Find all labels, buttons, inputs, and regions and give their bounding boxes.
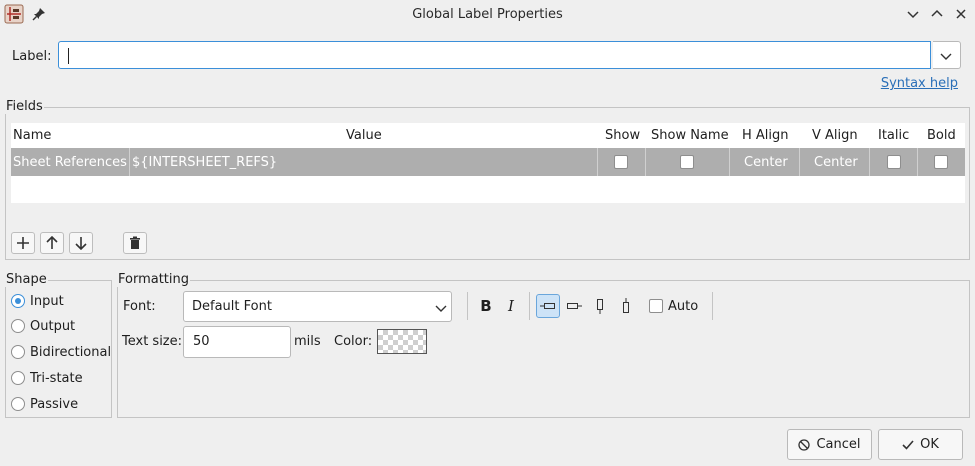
radio-input[interactable] bbox=[11, 294, 25, 308]
label-dropdown-button[interactable] bbox=[933, 41, 961, 69]
window-title: Global Label Properties bbox=[412, 7, 563, 22]
field-value-cell[interactable]: ${INTERSHEET_REFS} bbox=[132, 155, 277, 170]
auto-checkbox[interactable] bbox=[649, 299, 663, 313]
chevron-down-icon bbox=[940, 53, 952, 60]
shape-group-title: Shape bbox=[5, 272, 48, 287]
toolbar-separator bbox=[467, 292, 468, 320]
italic-icon: I bbox=[508, 297, 514, 315]
cell-divider bbox=[645, 148, 646, 176]
radio-bidirectional[interactable] bbox=[11, 345, 25, 359]
shape-option-tri-state[interactable]: Tri-state bbox=[30, 371, 83, 386]
radio-passive[interactable] bbox=[11, 397, 25, 411]
ok-button-label: OK bbox=[920, 437, 939, 452]
italic-checkbox[interactable] bbox=[887, 155, 901, 169]
text-size-unit: mils bbox=[294, 334, 321, 349]
minimize-button[interactable] bbox=[906, 7, 920, 21]
font-select-value: Default Font bbox=[192, 299, 272, 314]
cancel-button-label: Cancel bbox=[816, 437, 861, 452]
h-align-cell[interactable]: Center bbox=[744, 155, 788, 170]
field-name-cell[interactable]: Sheet References bbox=[13, 155, 127, 170]
color-label: Color: bbox=[334, 334, 373, 349]
cell-divider bbox=[597, 148, 598, 176]
text-size-input[interactable]: 50 bbox=[183, 326, 291, 358]
shape-option-bidirectional[interactable]: Bidirectional bbox=[30, 345, 111, 360]
column-header-v-align[interactable]: V Align bbox=[812, 128, 858, 143]
add-field-button[interactable] bbox=[11, 232, 35, 254]
checkmark-icon bbox=[902, 439, 914, 450]
text-size-value: 50 bbox=[193, 334, 210, 349]
show-name-checkbox[interactable] bbox=[680, 155, 694, 169]
toolbar-separator bbox=[529, 292, 530, 320]
cancel-icon bbox=[798, 438, 811, 451]
align-top-button[interactable] bbox=[588, 294, 612, 318]
toolbar-separator bbox=[712, 292, 713, 320]
column-header-value[interactable]: Value bbox=[346, 128, 382, 143]
cancel-button[interactable]: Cancel bbox=[787, 429, 872, 460]
move-down-button[interactable] bbox=[69, 232, 93, 254]
plus-icon bbox=[17, 237, 29, 249]
column-header-show-name[interactable]: Show Name bbox=[651, 128, 729, 143]
text-size-label: Text size: bbox=[122, 334, 183, 349]
shape-option-output[interactable]: Output bbox=[30, 319, 75, 334]
arrow-down-icon bbox=[75, 237, 87, 250]
arrow-up-icon bbox=[46, 236, 58, 249]
cell-divider bbox=[729, 148, 730, 176]
fields-group-title: Fields bbox=[5, 99, 44, 114]
radio-output[interactable] bbox=[11, 319, 25, 333]
font-label: Font: bbox=[123, 299, 156, 314]
column-header-show[interactable]: Show bbox=[605, 128, 640, 143]
label-field-label: Label: bbox=[12, 49, 52, 64]
shape-option-passive[interactable]: Passive bbox=[30, 397, 78, 412]
cell-divider bbox=[799, 148, 800, 176]
label-align-right-icon bbox=[567, 303, 582, 309]
label-input[interactable] bbox=[58, 41, 931, 69]
formatting-group-title: Formatting bbox=[117, 272, 191, 287]
italic-button[interactable]: I bbox=[499, 294, 523, 318]
bold-checkbox[interactable] bbox=[934, 155, 948, 169]
ok-button[interactable]: OK bbox=[878, 429, 963, 460]
radio-tri-state[interactable] bbox=[11, 371, 25, 385]
align-left-button[interactable] bbox=[536, 294, 560, 318]
bold-icon: B bbox=[480, 297, 492, 315]
shape-option-input[interactable]: Input bbox=[30, 294, 64, 309]
bold-button[interactable]: B bbox=[474, 294, 498, 318]
label-align-top-icon bbox=[597, 299, 603, 314]
font-select[interactable]: Default Font bbox=[183, 291, 452, 322]
show-checkbox[interactable] bbox=[614, 155, 628, 169]
chevron-down-icon bbox=[435, 305, 447, 312]
align-right-button[interactable] bbox=[562, 294, 586, 318]
text-caret bbox=[68, 48, 69, 64]
cell-divider bbox=[917, 148, 918, 176]
move-up-button[interactable] bbox=[40, 232, 64, 254]
maximize-button[interactable] bbox=[930, 7, 944, 21]
label-align-left-icon bbox=[540, 303, 555, 309]
syntax-help-link[interactable]: Syntax help bbox=[881, 76, 958, 91]
close-button[interactable] bbox=[954, 7, 968, 21]
trash-icon bbox=[130, 236, 140, 249]
color-swatch-button[interactable] bbox=[377, 329, 427, 354]
align-bottom-button[interactable] bbox=[614, 294, 638, 318]
v-align-cell[interactable]: Center bbox=[814, 155, 858, 170]
column-header-italic[interactable]: Italic bbox=[878, 128, 909, 143]
label-align-bottom-icon bbox=[623, 298, 629, 313]
column-header-bold[interactable]: Bold bbox=[927, 128, 956, 143]
column-header-name[interactable]: Name bbox=[13, 128, 51, 143]
delete-field-button[interactable] bbox=[123, 232, 147, 254]
cell-divider bbox=[129, 148, 130, 176]
auto-label[interactable]: Auto bbox=[668, 299, 698, 314]
column-header-h-align[interactable]: H Align bbox=[742, 128, 789, 143]
cell-divider bbox=[869, 148, 870, 176]
